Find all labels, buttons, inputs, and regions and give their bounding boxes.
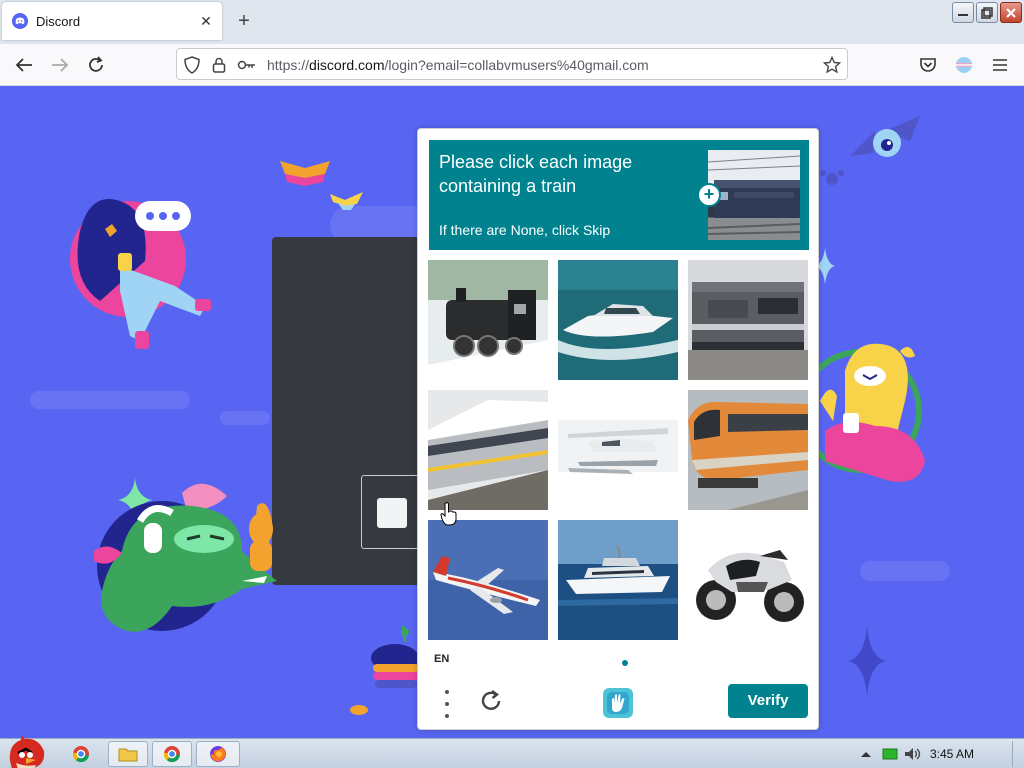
verify-button[interactable]: Verify [728,684,808,718]
maximize-icon[interactable] [976,2,998,23]
tab-close-icon[interactable]: ✕ [198,13,214,29]
motorcycle-image [688,520,808,640]
url-prefix: https:// [267,57,310,73]
burger-creature-illustration [371,626,419,688]
discord-favicon-icon [12,13,28,29]
browser-nav-bar: https://discord.com/login?email=collabvm… [0,44,1024,86]
challenge-page-indicator [622,660,628,666]
airliner-image [428,520,548,640]
background-cloud [30,391,190,409]
captcha-challenge: Please click each image containing a tra… [417,128,819,730]
captcha-prompt: Please click each image containing a tra… [439,152,633,196]
captcha-subprompt: If there are None, click Skip [439,222,611,238]
paw-print-icon [820,170,844,185]
tab-title: Discord [36,13,81,29]
language-selector[interactable]: EN [434,653,449,665]
captcha-tile[interactable] [428,390,548,510]
tab-discord[interactable]: Discord ✕ [2,2,222,40]
new-tab-icon[interactable]: + [234,11,254,32]
flying-books-illustration [280,161,363,210]
taskbar-chrome-window-icon[interactable] [152,741,192,767]
lock-icon[interactable] [210,56,228,74]
hand-cursor-icon [440,502,457,526]
captcha-tile[interactable] [428,260,548,380]
volume-icon[interactable] [904,747,922,761]
minimize-icon[interactable] [952,2,974,23]
taskbar-firefox-icon[interactable] [196,741,240,767]
expand-example-plus-icon[interactable]: + [697,183,721,207]
leaf-icon [350,705,368,715]
captcha-checkbox-frame[interactable] [361,475,419,549]
show-desktop-button[interactable] [1012,741,1022,767]
taskbar-clock[interactable]: 3:45 AM [930,747,974,761]
diesel-locomotive-image [688,260,808,380]
girl-with-phone-illustration [70,199,211,349]
back-arrow-icon[interactable] [14,55,34,75]
url-text[interactable]: https://discord.com/login?email=collabvm… [267,57,649,73]
start-button-angry-bird-icon[interactable] [4,731,48,768]
captcha-tile[interactable] [558,260,678,380]
captcha-tile[interactable] [688,260,808,380]
account-avatar-icon[interactable] [954,55,974,75]
captcha-tile[interactable] [688,390,808,510]
more-options-icon[interactable] [442,690,452,718]
captcha-tile[interactable] [688,520,808,640]
captcha-tile[interactable] [558,390,678,510]
system-tray: 3:45 AM [854,739,1024,768]
passenger-train-image [428,390,548,510]
captcha-example-image[interactable] [708,150,800,240]
captcha-header: Please click each image containing a tra… [429,140,809,250]
orange-train-image [688,390,808,510]
os-taskbar: 3:45 AM [0,735,1024,768]
url-path: /login?email=collabvmusers%40gmail.com [384,57,649,73]
sparkle-icon [848,626,886,696]
bat-creature-illustration [850,116,920,157]
captcha-image-grid [428,260,809,640]
train-example-illustration [708,155,800,235]
background-cloud [860,561,950,581]
hamburger-menu-icon[interactable] [990,55,1010,75]
pocket-icon[interactable] [918,55,938,75]
reload-icon[interactable] [86,55,106,75]
window-close-icon[interactable] [1000,2,1022,23]
yacht-image [558,520,678,640]
background-cloud [220,411,270,425]
taskbar-chrome-icon[interactable] [68,741,94,767]
bookmark-star-icon[interactable] [823,56,841,74]
refresh-challenge-icon[interactable] [478,688,504,714]
key-icon[interactable] [237,56,255,74]
steam-locomotive-image [428,260,548,380]
hcaptcha-logo-icon [603,688,633,718]
captcha-tile[interactable] [428,520,548,640]
address-bar[interactable]: https://discord.com/login?email=collabvm… [176,48,848,80]
captcha-checkbox[interactable] [377,498,407,528]
window-controls [952,2,1022,23]
captcha-tile[interactable] [558,520,678,640]
small-yellow-character-illustration [249,513,273,571]
url-host: discord.com [309,57,385,73]
browser-tab-bar: Discord ✕ + [0,0,1024,44]
yellow-character-illustration [815,343,925,482]
speedboat-image [558,260,678,380]
shield-icon[interactable] [183,56,201,74]
forward-arrow-icon[interactable] [50,55,70,75]
seaplane-image [558,390,678,510]
show-hidden-icons-icon[interactable] [860,749,872,759]
captcha-footer: Verify [418,684,818,730]
network-icon[interactable] [882,747,898,761]
taskbar-explorer-icon[interactable] [108,741,148,767]
